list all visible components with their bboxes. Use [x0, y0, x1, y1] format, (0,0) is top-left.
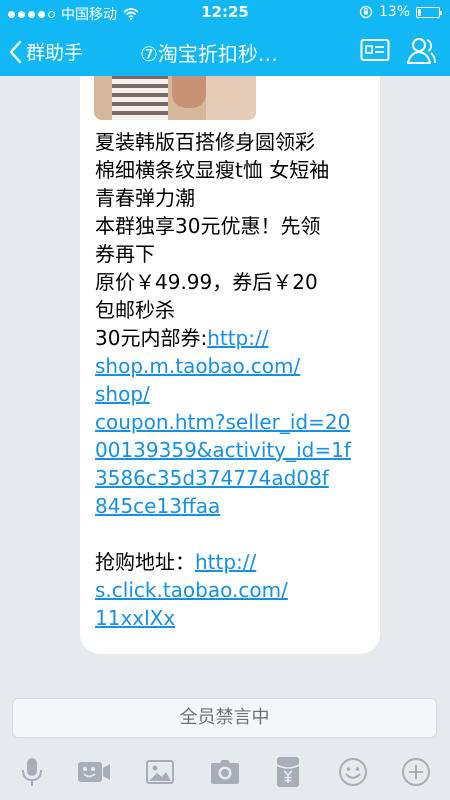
group-profile-button[interactable] — [360, 38, 390, 66]
emoji-button[interactable] — [335, 754, 371, 790]
battery-icon — [416, 6, 442, 18]
coupon-link[interactable]: coupon.htm?seller_id=20 — [95, 410, 350, 434]
mute-notice-bar: 全员禁言中 — [12, 698, 437, 738]
coupon-label: 30元内部券: — [95, 326, 208, 350]
system-indicators: 13% — [359, 4, 442, 20]
message-text: 夏装韩版百搭修身圆领彩 棉细横条纹显瘦t恤 女短袖 青春弹力潮 本群独享30元优… — [95, 128, 380, 632]
back-label: 群助手 — [26, 42, 84, 64]
image-button[interactable] — [142, 754, 178, 790]
group-members-button[interactable] — [404, 34, 438, 72]
price-line: 原价￥49.99，券后￥20 — [95, 270, 318, 294]
buy-label: 抢购地址： — [95, 550, 195, 574]
voice-button[interactable] — [14, 754, 50, 790]
chat-title: ⑦淘宝折扣秒… — [140, 42, 278, 66]
red-packet-icon — [276, 757, 300, 787]
video-icon — [78, 762, 110, 782]
chevron-left-icon — [9, 40, 22, 63]
plus-icon — [402, 758, 430, 786]
orientation-lock-icon — [359, 5, 373, 19]
profile-card-icon — [360, 39, 390, 61]
emoji-icon — [339, 758, 367, 786]
product-image[interactable] — [94, 76, 256, 120]
coupon-link[interactable]: 00139359&activity_id=1f — [95, 438, 351, 462]
video-button[interactable] — [76, 754, 112, 790]
members-icon — [407, 38, 436, 64]
buy-link[interactable]: http:// — [195, 550, 256, 574]
message-line: 夏装韩版百搭修身圆领彩 — [95, 130, 315, 154]
chat-area: 夏装韩版百搭修身圆领彩 棉细横条纹显瘦t恤 女短袖 青春弹力潮 本群独享30元优… — [0, 76, 450, 686]
coupon-link[interactable]: http:// — [207, 326, 268, 350]
message-line: 包邮秒杀 — [95, 298, 175, 322]
buy-link[interactable]: s.click.taobao.com/ — [95, 578, 288, 602]
status-bar: 中国移动 12:25 13% — [0, 0, 450, 26]
message-line: 青春弹力潮 — [95, 186, 195, 210]
more-button[interactable] — [398, 754, 434, 790]
coupon-link[interactable]: 845ce13ffaa — [95, 494, 220, 518]
battery-level — [418, 8, 421, 16]
camera-icon — [211, 760, 239, 784]
buy-line: 抢购地址：http:// — [95, 548, 380, 576]
coupon-link[interactable]: shop/ — [95, 382, 150, 406]
message-line: 券再下 — [95, 242, 155, 266]
message-line: 棉细横条纹显瘦t恤 女短袖 — [95, 158, 330, 182]
red-packet-button[interactable] — [270, 754, 306, 790]
coupon-link[interactable]: 3586c35d374774ad08f — [95, 466, 329, 490]
coupon-line: 30元内部券:http:// — [95, 324, 380, 352]
camera-button[interactable] — [207, 754, 243, 790]
back-button[interactable]: 群助手 — [8, 38, 83, 65]
nav-bar: 群助手 ⑦淘宝折扣秒… — [0, 26, 450, 76]
coupon-link[interactable]: shop.m.taobao.com/ — [95, 354, 300, 378]
battery-percent: 13% — [378, 4, 410, 20]
buy-link[interactable]: 11xxlXx — [95, 606, 175, 630]
message-bubble[interactable]: 夏装韩版百搭修身圆领彩 棉细横条纹显瘦t恤 女短袖 青春弹力潮 本群独享30元优… — [80, 76, 380, 654]
microphone-icon — [22, 758, 42, 786]
message-line: 本群独享30元优惠！先领 — [95, 214, 321, 238]
input-toolbar — [0, 744, 450, 800]
image-icon — [146, 760, 174, 784]
